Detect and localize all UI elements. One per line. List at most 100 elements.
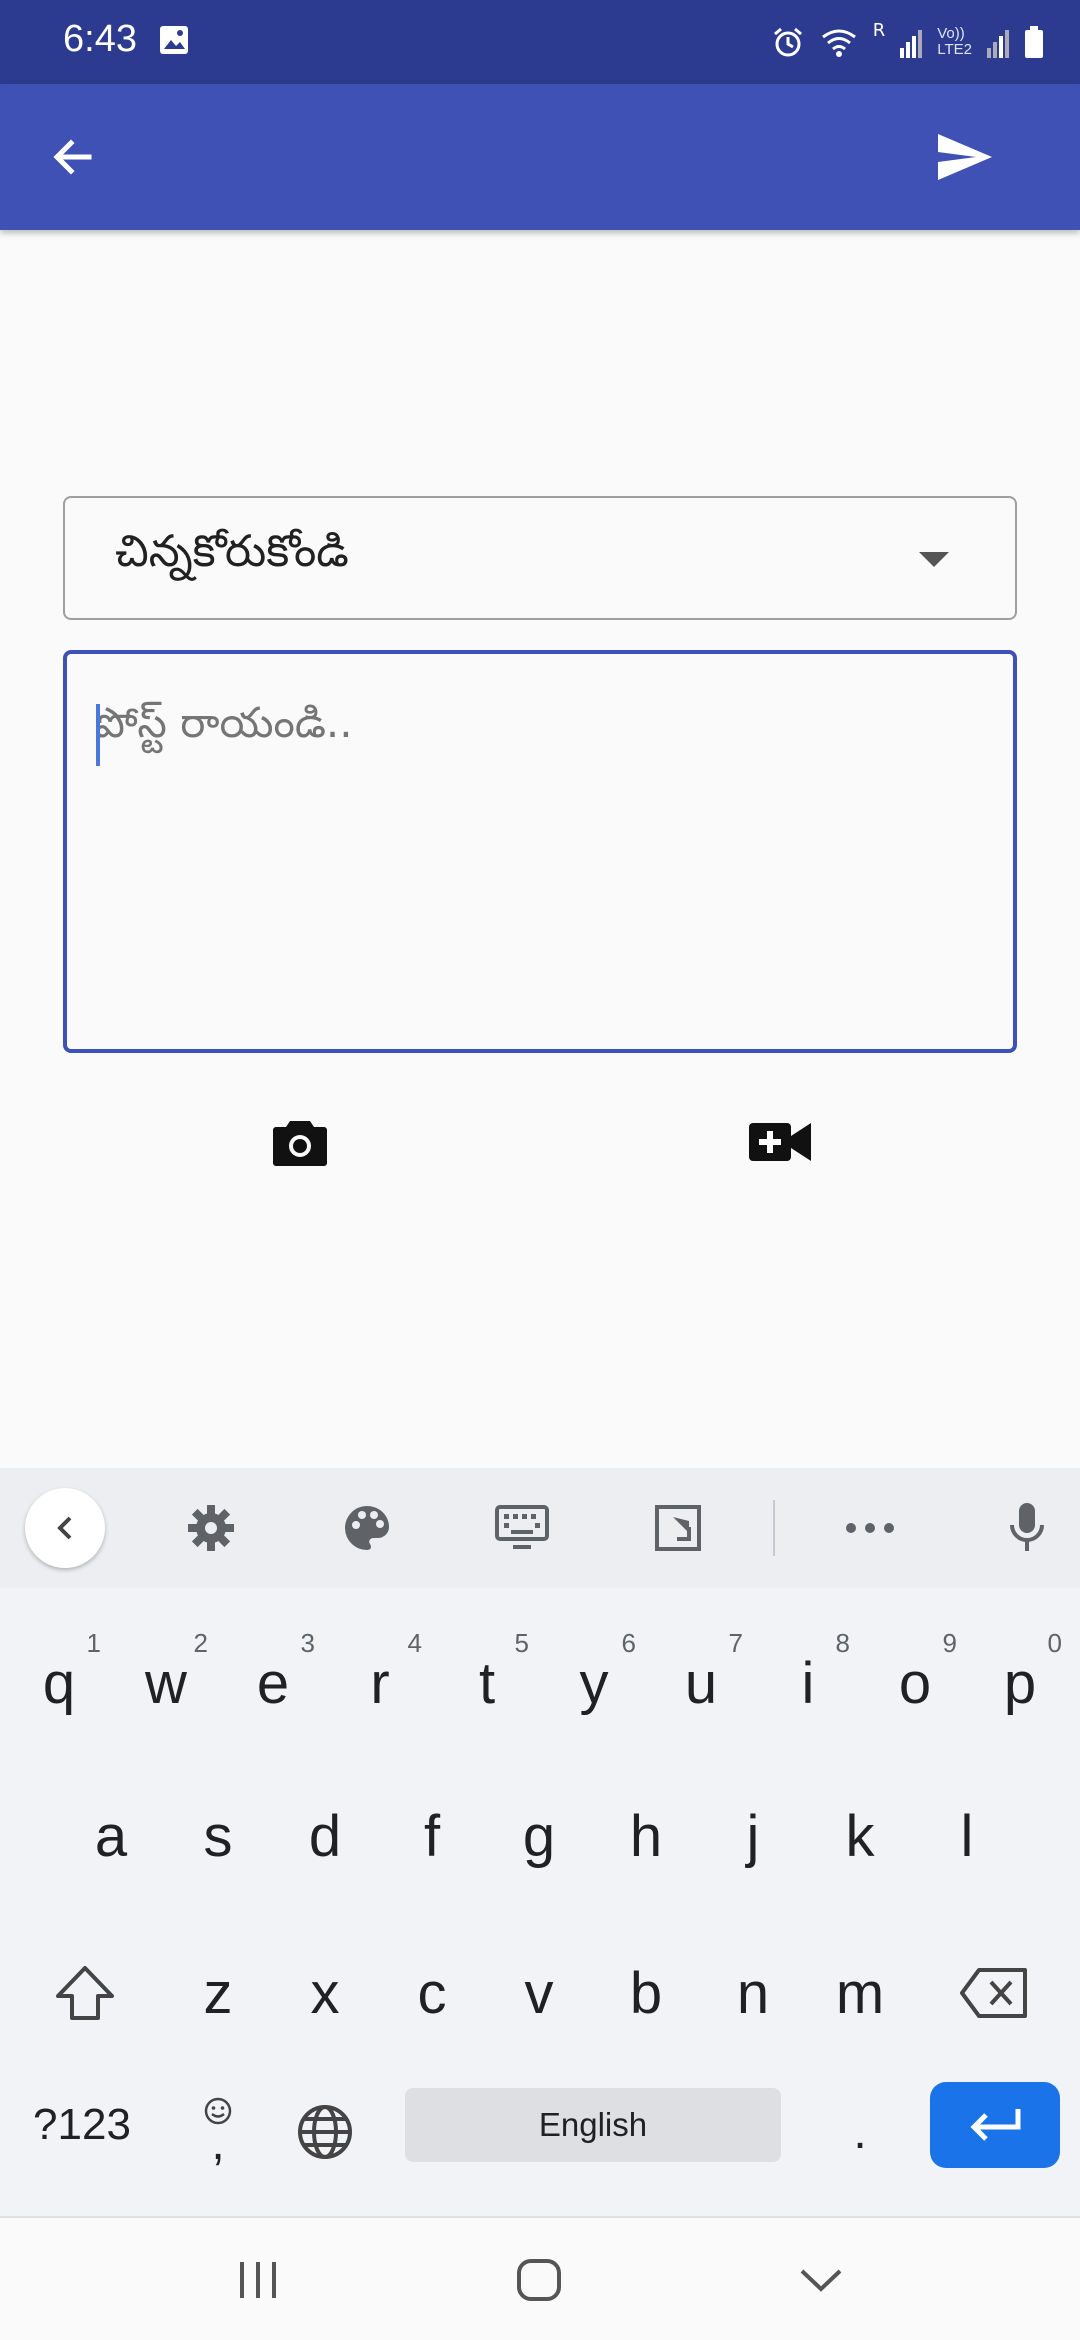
text-cursor	[96, 704, 100, 766]
app-bar	[0, 84, 1080, 230]
key-label: x	[310, 1960, 340, 2026]
space-key[interactable]: English	[405, 2088, 781, 2162]
key-label: o	[898, 1650, 932, 1716]
send-button[interactable]	[930, 122, 1000, 192]
key-b[interactable]: b	[596, 1928, 696, 2058]
key-v[interactable]: v	[489, 1928, 589, 2058]
keyboard-theme-button[interactable]	[337, 1498, 397, 1558]
volte-label: Vo))	[937, 25, 965, 42]
globe-icon	[298, 2105, 352, 2159]
key-k[interactable]: k	[810, 1771, 910, 1901]
video-button[interactable]	[748, 1112, 812, 1172]
period-label: .	[853, 2105, 867, 2159]
status-icons: R Vo)) LTE2	[771, 20, 1044, 64]
key-n[interactable]: n	[703, 1928, 803, 2058]
home-button[interactable]	[504, 2248, 574, 2312]
recents-button[interactable]	[223, 2248, 293, 2312]
symbols-key[interactable]: ?123	[22, 2080, 142, 2170]
gallery-icon	[158, 24, 190, 56]
language-key[interactable]	[275, 2082, 375, 2182]
backspace-icon	[960, 1968, 1027, 2018]
more-icon	[846, 1523, 894, 1533]
key-w[interactable]: w2	[116, 1618, 216, 1748]
key-hint: 9	[942, 1628, 957, 1658]
key-hint: 5	[514, 1628, 529, 1658]
key-i[interactable]: i8	[758, 1618, 858, 1748]
network-type: Vo)) LTE2	[937, 26, 972, 58]
keyboard-icon	[495, 1505, 549, 1549]
key-label: l	[960, 1803, 974, 1869]
key-label: n	[736, 1960, 770, 2026]
key-e[interactable]: e3	[223, 1618, 323, 1748]
key-t[interactable]: t5	[437, 1618, 537, 1748]
alarm-icon	[771, 25, 805, 59]
dropdown-arrow-icon	[919, 552, 949, 567]
key-label: d	[308, 1803, 342, 1869]
enter-key[interactable]	[930, 2082, 1060, 2168]
emoji-comma-key[interactable]: ,	[168, 2082, 268, 2182]
battery-icon	[1024, 25, 1044, 59]
key-x[interactable]: x	[275, 1928, 375, 2058]
recents-icon	[240, 2262, 276, 2298]
keyboard: q1 w2 e3 r4 t5 y6 u7 i8 o9 p0 a s d f g …	[0, 1468, 1080, 2216]
key-hint: 2	[193, 1628, 208, 1658]
key-z[interactable]: z	[168, 1928, 268, 2058]
key-d[interactable]: d	[275, 1771, 375, 1901]
key-r[interactable]: r4	[330, 1618, 430, 1748]
signal-icon-2	[986, 26, 1010, 58]
key-o[interactable]: o9	[865, 1618, 965, 1748]
hide-keyboard-icon	[800, 2269, 842, 2292]
key-h[interactable]: h	[596, 1771, 696, 1901]
back-button[interactable]	[40, 124, 106, 190]
palette-icon	[345, 1506, 389, 1550]
keyboard-collapse-button[interactable]	[25, 1488, 105, 1568]
shift-key[interactable]	[35, 1928, 135, 2058]
gear-icon	[188, 1505, 234, 1551]
key-hint: 4	[407, 1628, 422, 1658]
key-label: b	[629, 1960, 663, 2026]
key-a[interactable]: a	[61, 1771, 161, 1901]
key-label: m	[835, 1960, 885, 2026]
key-s[interactable]: s	[168, 1771, 268, 1901]
key-label: z	[203, 1960, 233, 2026]
key-label: j	[746, 1803, 760, 1869]
period-key[interactable]: .	[810, 2082, 910, 2182]
key-l[interactable]: l	[917, 1771, 1017, 1901]
video-add-icon	[749, 1123, 811, 1161]
key-p[interactable]: p0	[970, 1618, 1070, 1748]
key-label: v	[524, 1960, 554, 2026]
status-time: 6:43	[63, 18, 137, 60]
key-hint: 8	[835, 1628, 850, 1658]
keyboard-resize-button[interactable]	[648, 1498, 708, 1558]
toolbar-divider	[773, 1500, 775, 1556]
signal-icon	[899, 26, 923, 58]
key-m[interactable]: m	[810, 1928, 910, 2058]
keyboard-more-button[interactable]	[840, 1498, 900, 1558]
key-c[interactable]: c	[382, 1928, 482, 2058]
key-label: h	[629, 1803, 663, 1869]
key-g[interactable]: g	[489, 1771, 589, 1901]
location-dropdown[interactable]: చిన్నకోరుకోండి	[63, 496, 1017, 620]
key-label: r	[370, 1650, 390, 1716]
shift-icon	[56, 1966, 114, 2020]
key-f[interactable]: f	[382, 1771, 482, 1901]
camera-button[interactable]	[270, 1112, 330, 1172]
backspace-key[interactable]	[944, 1928, 1044, 2058]
key-label: f	[423, 1803, 441, 1869]
key-q[interactable]: q1	[9, 1618, 109, 1748]
key-y[interactable]: y6	[544, 1618, 644, 1748]
key-hint: 3	[300, 1628, 315, 1658]
keyboard-settings-button[interactable]	[181, 1498, 241, 1558]
keyboard-mode-button[interactable]	[492, 1498, 552, 1558]
voice-input-button[interactable]	[997, 1498, 1057, 1558]
key-j[interactable]: j	[703, 1771, 803, 1901]
key-u[interactable]: u7	[651, 1618, 751, 1748]
hide-keyboard-button[interactable]	[786, 2248, 856, 2312]
post-input[interactable]	[67, 654, 1013, 1049]
key-label: k	[845, 1803, 875, 1869]
key-label: q	[42, 1650, 76, 1716]
post-field[interactable]	[63, 650, 1017, 1053]
navigation-bar	[0, 2216, 1080, 2340]
emoji-icon	[204, 2097, 232, 2125]
status-bar: 6:43 R Vo)) LTE2	[0, 0, 1080, 84]
